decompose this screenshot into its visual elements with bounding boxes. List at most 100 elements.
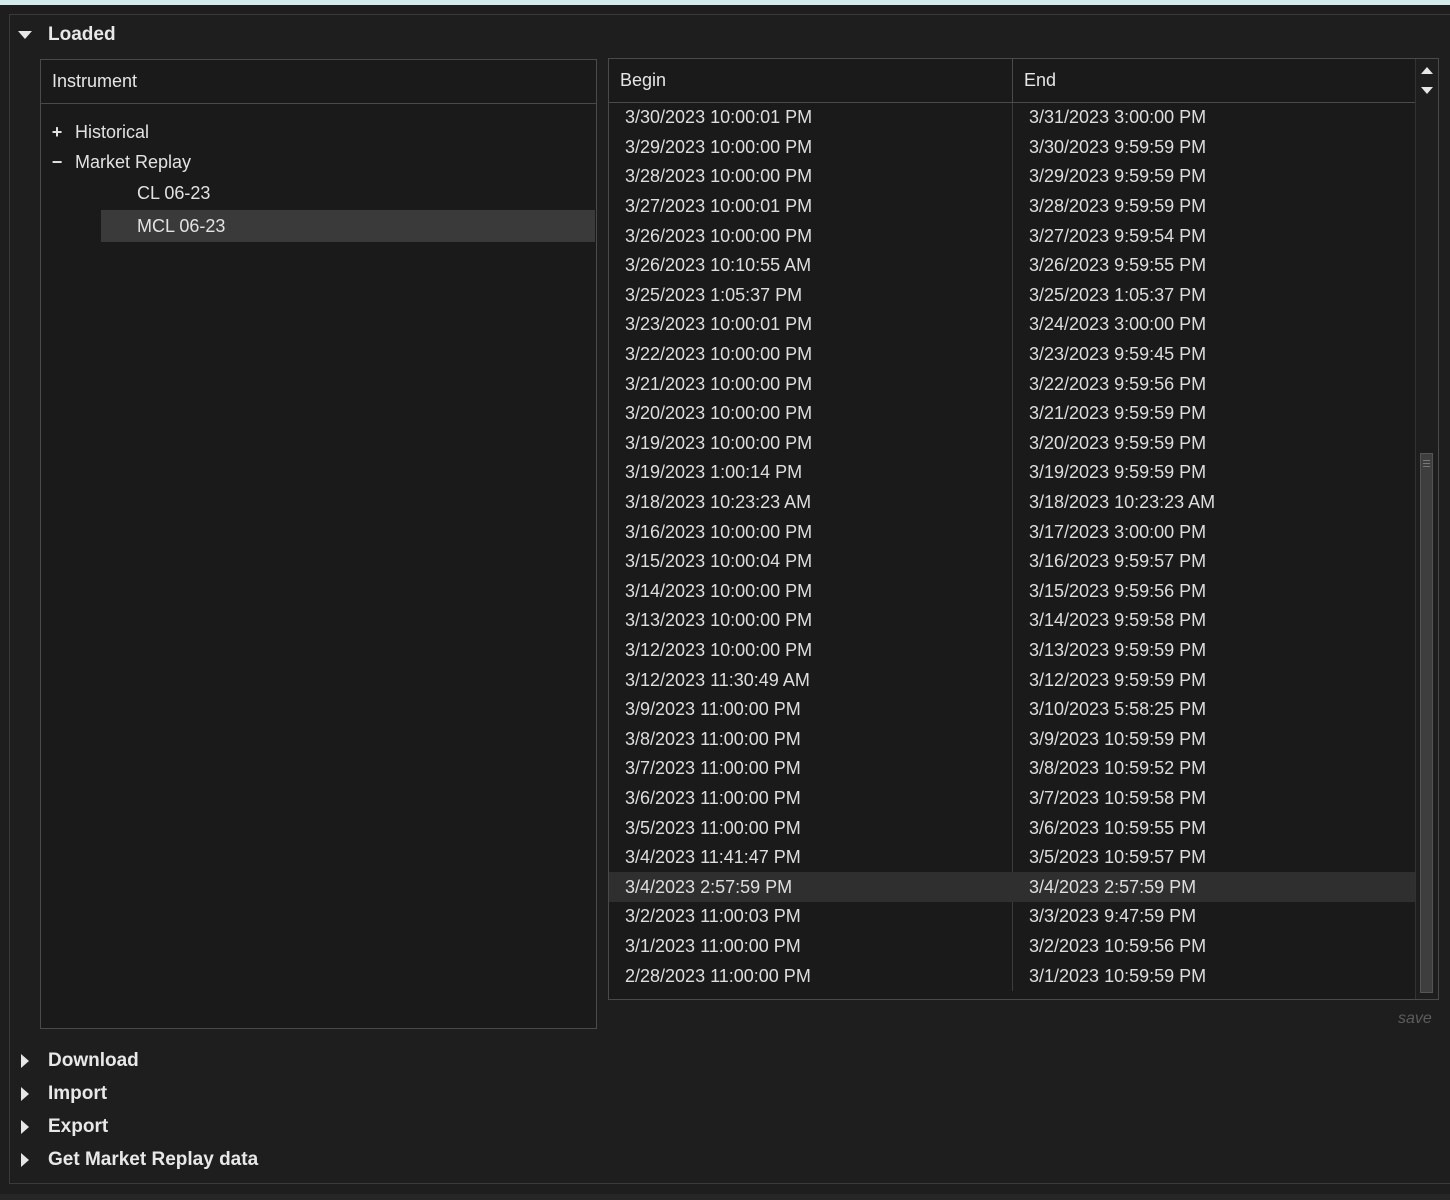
section-loaded-label: Loaded (48, 24, 116, 45)
cell-begin: 3/18/2023 10:23:23 AM (625, 492, 812, 513)
table-row[interactable]: 3/27/2023 10:00:01 PM 3/28/2023 9:59:59 P… (609, 192, 1415, 222)
section-get-market-replay-header[interactable]: Get Market Replay data (18, 1145, 258, 1175)
table-row[interactable]: 3/7/2023 11:00:00 PM 3/8/2023 10:59:52 PM (609, 754, 1415, 784)
column-header-begin[interactable]: Begin (609, 59, 1013, 102)
window-top-strip (0, 0, 1450, 5)
table-row[interactable]: 3/25/2023 1:05:37 PM 3/25/2023 1:05:37 PM (609, 281, 1415, 311)
cell-begin: 2/28/2023 11:00:00 PM (625, 965, 811, 986)
tree-node-market-replay[interactable]: − Market Replay (51, 147, 191, 177)
tree-leaf-label: MCL 06-23 (137, 215, 226, 236)
expand-arrow-icon (18, 1120, 32, 1134)
table-row[interactable]: 3/14/2023 10:00:00 PM 3/15/2023 9:59:56 P… (609, 577, 1415, 607)
table-row[interactable]: 3/28/2023 10:00:00 PM 3/29/2023 9:59:59 P… (609, 162, 1415, 192)
arrow-down-icon (1421, 86, 1433, 94)
cell-begin: 3/19/2023 1:00:14 PM (625, 462, 803, 483)
table-row[interactable]: 3/26/2023 10:00:00 PM 3/27/2023 9:59:54 P… (609, 221, 1415, 251)
cell-end: 3/5/2023 10:59:57 PM (1029, 847, 1207, 868)
table-row[interactable]: 3/15/2023 10:00:04 PM 3/16/2023 9:59:57 P… (609, 547, 1415, 577)
table-row[interactable]: 3/30/2023 10:00:01 PM 3/31/2023 3:00:00 P… (609, 103, 1415, 133)
table-row[interactable]: 3/18/2023 10:23:23 AM 3/18/2023 10:23:23 … (609, 488, 1415, 518)
cell-end: 3/27/2023 9:59:54 PM (1029, 225, 1207, 246)
cell-end: 3/18/2023 10:23:23 AM (1029, 492, 1216, 513)
cell-end: 3/20/2023 9:59:59 PM (1029, 432, 1207, 453)
cell-end: 3/3/2023 9:47:59 PM (1029, 906, 1197, 927)
cell-end: 3/19/2023 9:59:59 PM (1029, 462, 1207, 483)
cell-end: 3/14/2023 9:59:58 PM (1029, 610, 1207, 631)
cell-begin: 3/12/2023 10:00:00 PM (625, 639, 813, 660)
cell-begin: 3/7/2023 11:00:00 PM (625, 758, 801, 779)
table-row[interactable]: 3/4/2023 2:57:59 PM 3/4/2023 2:57:59 PM (609, 872, 1415, 903)
cell-begin: 3/4/2023 11:41:47 PM (625, 847, 801, 868)
section-download-header[interactable]: Download (18, 1046, 139, 1076)
cell-begin: 3/12/2023 11:30:49 AM (625, 669, 810, 690)
scroll-thumb[interactable] (1420, 453, 1433, 993)
cell-end: 3/7/2023 10:59:58 PM (1029, 787, 1207, 808)
table-row[interactable]: 3/16/2023 10:00:00 PM 3/17/2023 3:00:00 P… (609, 517, 1415, 547)
arrow-up-icon (1421, 66, 1433, 74)
table-row[interactable]: 3/6/2023 11:00:00 PM 3/7/2023 10:59:58 PM (609, 784, 1415, 814)
cell-end: 3/23/2023 9:59:45 PM (1029, 344, 1207, 365)
tree-node-historical[interactable]: + Historical (51, 117, 149, 147)
table-row[interactable]: 3/19/2023 10:00:00 PM 3/20/2023 9:59:59 P… (609, 429, 1415, 459)
grip-line (1423, 463, 1430, 464)
window-bottom-strip (0, 1194, 1450, 1200)
table-row[interactable]: 3/26/2023 10:10:55 AM 3/26/2023 9:59:55 P… (609, 251, 1415, 281)
cell-begin: 3/23/2023 10:00:01 PM (625, 314, 813, 335)
cell-end: 3/22/2023 9:59:56 PM (1029, 373, 1207, 394)
table-row[interactable]: 3/20/2023 10:00:00 PM 3/21/2023 9:59:59 P… (609, 399, 1415, 429)
table-row[interactable]: 3/21/2023 10:00:00 PM 3/22/2023 9:59:56 P… (609, 369, 1415, 399)
cell-end: 3/29/2023 9:59:59 PM (1029, 166, 1207, 187)
cell-end: 3/6/2023 10:59:55 PM (1029, 817, 1207, 838)
table-row[interactable]: 3/12/2023 11:30:49 AM 3/12/2023 9:59:59 P… (609, 665, 1415, 695)
tree-leaf-cl-06-23[interactable]: CL 06-23 (101, 177, 595, 209)
section-export-header[interactable]: Export (18, 1112, 108, 1142)
section-import-header[interactable]: Import (18, 1079, 107, 1109)
instrument-column-header[interactable]: Instrument (41, 60, 596, 104)
cell-end: 3/8/2023 10:59:52 PM (1029, 758, 1207, 779)
vertical-scrollbar[interactable] (1415, 59, 1438, 999)
table-row[interactable]: 3/13/2023 10:00:00 PM 3/14/2023 9:59:58 P… (609, 606, 1415, 636)
cell-end: 3/25/2023 1:05:37 PM (1029, 284, 1207, 305)
table-row[interactable]: 3/29/2023 10:00:00 PM 3/30/2023 9:59:59 P… (609, 133, 1415, 163)
date-range-table: Begin End 3/30/2023 10:00:01 PM 3/31/2023… (608, 58, 1439, 1000)
table-row[interactable]: 3/23/2023 10:00:01 PM 3/24/2023 3:00:00 P… (609, 310, 1415, 340)
cell-begin: 3/21/2023 10:00:00 PM (625, 373, 813, 394)
save-link[interactable]: save (1398, 1010, 1432, 1028)
table-row[interactable]: 3/2/2023 11:00:03 PM 3/3/2023 9:47:59 PM (609, 902, 1415, 932)
cell-end: 3/12/2023 9:59:59 PM (1029, 669, 1207, 690)
expand-arrow-icon (18, 1087, 32, 1101)
table-row[interactable]: 3/9/2023 11:00:00 PM 3/10/2023 5:58:25 PM (609, 695, 1415, 725)
cell-begin: 3/16/2023 10:00:00 PM (625, 521, 813, 542)
cell-begin: 3/26/2023 10:10:55 AM (625, 255, 812, 276)
table-row[interactable]: 3/22/2023 10:00:00 PM 3/23/2023 9:59:45 P… (609, 340, 1415, 370)
table-row[interactable]: 3/1/2023 11:00:00 PM 3/2/2023 10:59:56 PM (609, 932, 1415, 962)
section-loaded-header[interactable]: Loaded (18, 20, 116, 50)
table-row[interactable]: 3/5/2023 11:00:00 PM 3/6/2023 10:59:55 PM (609, 813, 1415, 843)
table-row[interactable]: 3/4/2023 11:41:47 PM 3/5/2023 10:59:57 PM (609, 843, 1415, 873)
expand-arrow-icon (18, 1153, 32, 1167)
cell-begin: 3/14/2023 10:00:00 PM (625, 580, 813, 601)
section-download-label: Download (48, 1050, 139, 1071)
cell-begin: 3/2/2023 11:00:03 PM (625, 906, 801, 927)
section-export-label: Export (48, 1116, 109, 1137)
table-row[interactable]: 3/12/2023 10:00:00 PM 3/13/2023 9:59:59 P… (609, 636, 1415, 666)
table-row[interactable]: 3/19/2023 1:00:14 PM 3/19/2023 9:59:59 PM (609, 458, 1415, 488)
instrument-panel: Instrument + Historical − Market Replay … (40, 59, 597, 1029)
cell-begin: 3/1/2023 11:00:00 PM (625, 935, 801, 956)
expand-icon[interactable]: + (51, 122, 63, 143)
expand-arrow-icon (18, 1054, 32, 1068)
table-row[interactable]: 3/8/2023 11:00:00 PM 3/9/2023 10:59:59 PM (609, 724, 1415, 754)
column-header-end[interactable]: End (1013, 59, 1415, 102)
collapse-arrow-icon (18, 28, 32, 42)
tree-leaf-label: CL 06-23 (137, 182, 211, 203)
scroll-down-button[interactable] (1419, 81, 1435, 99)
cell-end: 3/24/2023 3:00:00 PM (1029, 314, 1207, 335)
cell-end: 3/26/2023 9:59:55 PM (1029, 255, 1207, 276)
table-row[interactable]: 2/28/2023 11:00:00 PM 3/1/2023 10:59:59 P… (609, 961, 1415, 991)
cell-end: 3/13/2023 9:59:59 PM (1029, 639, 1207, 660)
scroll-up-button[interactable] (1419, 61, 1435, 79)
cell-begin: 3/29/2023 10:00:00 PM (625, 136, 813, 157)
tree-leaf-mcl-06-23[interactable]: MCL 06-23 (101, 210, 595, 242)
cell-end: 3/28/2023 9:59:59 PM (1029, 196, 1207, 217)
collapse-icon[interactable]: − (51, 152, 63, 173)
